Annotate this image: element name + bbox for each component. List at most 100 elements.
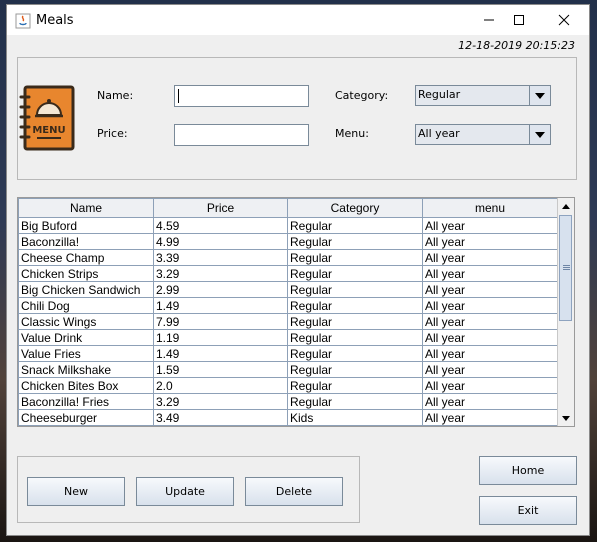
menu-dropdown[interactable]: All year xyxy=(415,124,551,145)
table-row[interactable]: Big Buford 4.59 Regular All year xyxy=(18,217,558,234)
cell-category: Regular xyxy=(287,265,423,282)
window-title: Meals xyxy=(36,13,74,28)
cell-menu: All year xyxy=(422,329,558,346)
delete-button[interactable]: Delete xyxy=(245,477,343,506)
meals-window: Meals 12-18-2019 20:15:23 MENU Name: Pri… xyxy=(6,4,590,536)
scroll-up-icon xyxy=(562,203,570,209)
cell-category: Regular xyxy=(287,377,423,394)
java-icon xyxy=(15,13,31,29)
table-row[interactable]: Classic Wings 7.99 Regular All year xyxy=(18,313,558,330)
cell-menu: All year xyxy=(422,313,558,330)
cell-price: 1.49 xyxy=(153,297,288,314)
table-row[interactable]: Big Chicken Sandwich 2.99 Regular All year xyxy=(18,281,558,298)
cell-name: Snack Milkshake xyxy=(18,361,154,378)
cell-name: Chicken Strips xyxy=(18,265,154,282)
cell-price: 3.39 xyxy=(153,249,288,266)
cell-category: Regular xyxy=(287,345,423,362)
menu-value: All year xyxy=(418,127,460,140)
chevron-down-icon xyxy=(535,92,545,99)
cell-name: Baconzilla! xyxy=(18,233,154,250)
cell-menu: All year xyxy=(422,377,558,394)
table-row[interactable]: Snack Milkshake 1.59 Regular All year xyxy=(18,361,558,378)
table-row[interactable]: Cheese Champ 3.39 Regular All year xyxy=(18,249,558,266)
cell-name: Value Drink xyxy=(18,329,154,346)
column-header-price[interactable]: Price xyxy=(153,198,288,218)
table-row[interactable]: Value Fries 1.49 Regular All year xyxy=(18,345,558,362)
price-label: Price: xyxy=(97,127,128,140)
cell-category: Regular xyxy=(287,329,423,346)
table-row[interactable]: Chicken Bites Box 2.0 Regular All year xyxy=(18,377,558,394)
timestamp: 12-18-2019 20:15:23 xyxy=(458,39,575,52)
menu-dropdown-arrow[interactable] xyxy=(529,125,550,144)
category-dropdown-arrow[interactable] xyxy=(529,86,550,105)
cell-category: Regular xyxy=(287,393,423,410)
cell-price: 1.59 xyxy=(153,361,288,378)
cell-price: 2.0 xyxy=(153,377,288,394)
cell-category: Regular xyxy=(287,233,423,250)
chevron-down-icon xyxy=(535,131,545,138)
grip-line xyxy=(563,265,570,266)
cell-name: Baconzilla! Fries xyxy=(18,393,154,410)
close-button[interactable] xyxy=(544,5,584,35)
table-row[interactable]: Chili Dog 1.49 Regular All year xyxy=(18,297,558,314)
cell-menu: All year xyxy=(422,361,558,378)
cell-menu: All year xyxy=(422,249,558,266)
column-header-menu[interactable]: menu xyxy=(422,198,558,218)
meals-table-panel: Name Price Category menu Big Buford 4.59 R… xyxy=(17,197,575,427)
scroll-down-button[interactable] xyxy=(558,410,574,426)
minimize-icon xyxy=(484,19,494,21)
cell-category: Kids xyxy=(287,409,423,426)
cell-name: Big Buford xyxy=(18,217,154,234)
name-field[interactable] xyxy=(174,85,309,107)
close-icon xyxy=(558,14,570,26)
cell-category: Regular xyxy=(287,313,423,330)
name-label: Name: xyxy=(97,89,134,102)
vertical-scrollbar[interactable] xyxy=(557,198,574,426)
cell-name: Big Chicken Sandwich xyxy=(18,281,154,298)
exit-button[interactable]: Exit xyxy=(479,496,577,525)
category-value: Regular xyxy=(418,88,461,101)
cell-price: 3.29 xyxy=(153,393,288,410)
category-dropdown[interactable]: Regular xyxy=(415,85,551,106)
cell-name: Chicken Bites Box xyxy=(18,377,154,394)
cell-price: 3.29 xyxy=(153,265,288,282)
cell-price: 1.49 xyxy=(153,345,288,362)
cell-category: Regular xyxy=(287,281,423,298)
cell-name: Classic Wings xyxy=(18,313,154,330)
maximize-button[interactable] xyxy=(499,5,539,35)
cell-menu: All year xyxy=(422,281,558,298)
cell-menu: All year xyxy=(422,265,558,282)
column-header-name[interactable]: Name xyxy=(18,198,154,218)
table-row[interactable]: Cheeseburger 3.49 Kids All year xyxy=(18,409,558,426)
cell-name: Cheese Champ xyxy=(18,249,154,266)
table-row[interactable]: Baconzilla! Fries 3.29 Regular All year xyxy=(18,393,558,410)
cell-menu: All year xyxy=(422,297,558,314)
cell-menu: All year xyxy=(422,409,558,426)
column-header-category[interactable]: Category xyxy=(287,198,423,218)
cell-category: Regular xyxy=(287,361,423,378)
cell-price: 7.99 xyxy=(153,313,288,330)
menu-label: Menu: xyxy=(335,127,369,140)
cell-price: 4.99 xyxy=(153,233,288,250)
update-button[interactable]: Update xyxy=(136,477,234,506)
price-field[interactable] xyxy=(174,124,309,146)
table-row[interactable]: Chicken Strips 3.29 Regular All year xyxy=(18,265,558,282)
cell-category: Regular xyxy=(287,249,423,266)
cell-category: Regular xyxy=(287,217,423,234)
table-row[interactable]: Baconzilla! 4.99 Regular All year xyxy=(18,233,558,250)
new-button[interactable]: New xyxy=(27,477,125,506)
cell-price: 2.99 xyxy=(153,281,288,298)
title-bar: Meals xyxy=(7,5,589,35)
cell-name: Chili Dog xyxy=(18,297,154,314)
home-button[interactable]: Home xyxy=(479,456,577,485)
scrollbar-thumb[interactable] xyxy=(559,215,572,321)
grip-line xyxy=(563,269,570,270)
scroll-up-button[interactable] xyxy=(558,198,574,214)
table-body: Big Buford 4.59 Regular All year Baconzilla!… xyxy=(18,217,558,426)
category-label: Category: xyxy=(335,89,389,102)
table-row[interactable]: Value Drink 1.19 Regular All year xyxy=(18,329,558,346)
table-header-row: Name Price Category menu xyxy=(18,198,558,218)
grip-line xyxy=(563,267,570,268)
cell-price: 3.49 xyxy=(153,409,288,426)
menu-book-icon: MENU xyxy=(19,85,75,151)
